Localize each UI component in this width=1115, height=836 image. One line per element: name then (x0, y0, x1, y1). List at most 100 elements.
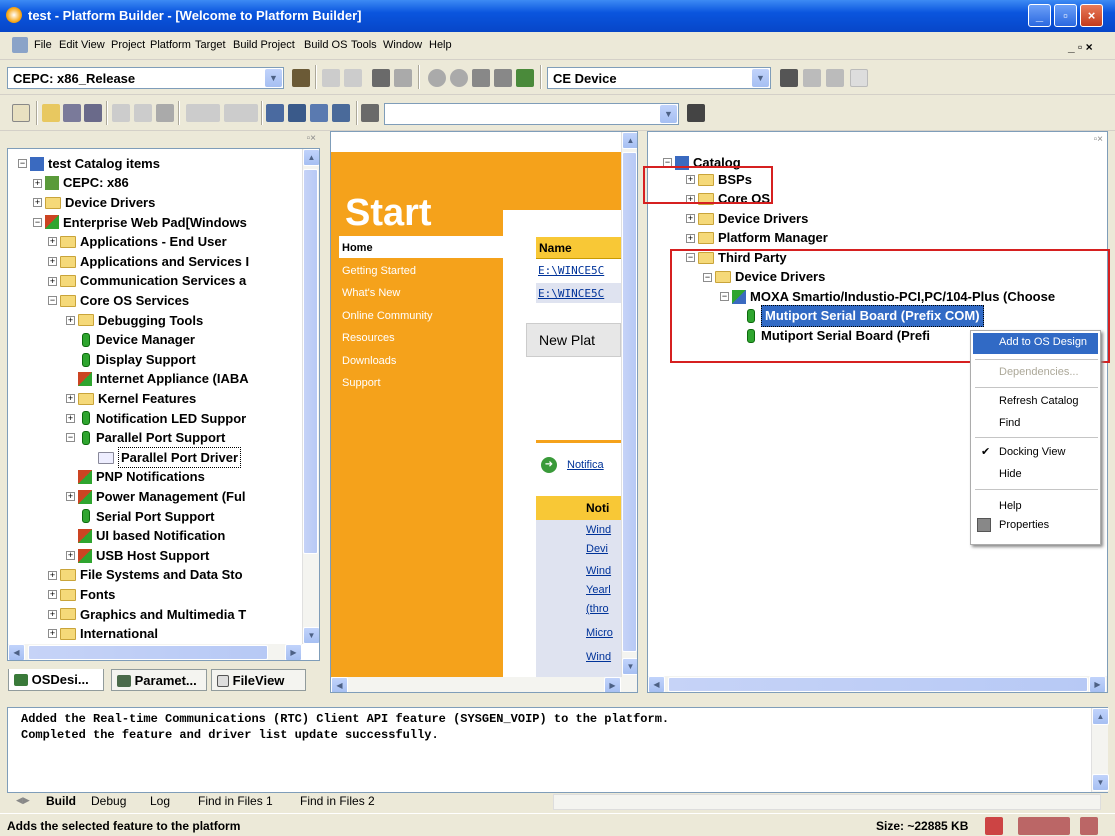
tree-item[interactable]: + Power Management (Ful (66, 487, 246, 506)
menu-window[interactable]: Window (383, 39, 422, 51)
scroll-left-icon[interactable]: ◀ (331, 677, 348, 692)
right-hscrollbar[interactable]: ◀ ▶ (648, 676, 1107, 692)
mdi-controls[interactable]: _ ▫ × (1068, 40, 1093, 54)
tree-item[interactable]: Parallel Port Driver (86, 446, 242, 469)
tree-item[interactable]: + Graphics and Multimedia T (48, 605, 246, 624)
scroll-up-icon[interactable]: ▲ (622, 132, 637, 149)
notification-link[interactable]: Wind (586, 651, 611, 663)
title-bar[interactable]: test - Platform Builder - [Welcome to Pl… (0, 0, 1115, 32)
redo-icon[interactable] (224, 104, 258, 122)
expand-icon[interactable]: + (66, 551, 75, 560)
menu-dependencies[interactable]: Dependencies... (999, 366, 1079, 378)
tree-item[interactable]: Internet Appliance (IABA (66, 370, 249, 389)
new-platform-button[interactable]: New Plat (526, 323, 621, 357)
notification-link[interactable]: Micro (586, 627, 613, 639)
expand-icon[interactable]: + (686, 214, 695, 223)
menu-help[interactable]: Help (429, 39, 452, 51)
tab-fileview[interactable]: FileView (211, 669, 306, 691)
scroll-thumb[interactable] (28, 645, 268, 660)
catalog-item[interactable]: + Platform Manager (686, 229, 828, 248)
save-icon[interactable] (63, 104, 81, 122)
menu-hide[interactable]: Hide (999, 468, 1022, 480)
menu-build-project[interactable]: Build Project (233, 39, 295, 51)
expand-icon[interactable]: + (66, 394, 75, 404)
chevron-down-icon[interactable]: ▼ (265, 69, 282, 87)
tab-log[interactable]: Log (150, 794, 170, 808)
expand-icon[interactable]: + (48, 590, 57, 600)
expand-icon[interactable]: + (33, 198, 42, 208)
menu-tools[interactable]: Tools (351, 39, 377, 51)
scroll-up-icon[interactable]: ▲ (1092, 708, 1109, 725)
find-in-files-icon[interactable] (361, 104, 379, 122)
notification-link[interactable]: Yearl (586, 584, 611, 596)
expand-icon[interactable]: + (48, 237, 57, 247)
expand-icon[interactable]: + (48, 570, 57, 580)
tree-item[interactable]: + International (48, 624, 158, 643)
window-list-icon[interactable] (310, 104, 328, 122)
tab-find-in-files-1[interactable]: Find in Files 1 (198, 794, 273, 808)
notification-link[interactable]: Devi (586, 543, 608, 555)
tree-item[interactable]: UI based Notification (66, 526, 225, 545)
left-hscrollbar[interactable]: ◀ ▶ (8, 644, 302, 660)
scroll-down-icon[interactable]: ▼ (1092, 774, 1109, 791)
tree-item[interactable]: + USB Host Support (66, 546, 209, 565)
tree-item[interactable]: − Enterprise Web Pad[Windows (33, 213, 247, 232)
disabled-icon[interactable] (322, 69, 340, 87)
tab-parameters[interactable]: Paramet... (111, 669, 207, 691)
attach-icon[interactable] (372, 69, 390, 87)
output-vscrollbar[interactable]: ▲ ▼ (1091, 708, 1109, 792)
menu-help[interactable]: Help (999, 500, 1022, 512)
menu-docking-view[interactable]: Docking View (999, 446, 1065, 458)
menu-build-os[interactable]: Build OS (304, 39, 347, 51)
close-button[interactable]: × (1080, 4, 1103, 27)
tab-find-in-files-2[interactable]: Find in Files 2 (300, 794, 375, 808)
minimize-button[interactable]: _ (1028, 4, 1051, 27)
menu-edit[interactable]: Edit (59, 39, 78, 51)
connect-icon[interactable] (780, 69, 798, 87)
forward-icon[interactable] (450, 69, 468, 87)
tree-item[interactable]: PNP Notifications (66, 468, 205, 487)
scroll-thumb[interactable] (303, 169, 318, 554)
scroll-right-icon[interactable]: ▶ (604, 677, 621, 692)
scroll-thumb[interactable] (668, 677, 1088, 692)
scroll-up-icon[interactable]: ▲ (303, 149, 319, 166)
cut-icon[interactable] (112, 104, 130, 122)
tree-item[interactable]: + Kernel Features (66, 389, 196, 408)
tab-debug[interactable]: Debug (91, 794, 126, 808)
menu-properties[interactable]: Properties (999, 519, 1049, 531)
tree-item[interactable]: + CEPC: x86 (33, 174, 129, 193)
expand-icon[interactable]: + (33, 178, 42, 188)
catalog-item[interactable]: + Device Drivers (686, 209, 808, 228)
tab-osdesign[interactable]: OSDesi... (8, 669, 104, 691)
expand-icon[interactable]: + (48, 629, 57, 639)
tree-item[interactable]: + Device Drivers (33, 193, 155, 212)
tree-item[interactable]: + Communication Services a (48, 272, 246, 291)
chevron-down-icon[interactable]: ▼ (752, 69, 769, 87)
mid-vscrollbar[interactable]: ▲ ▼ (621, 132, 637, 677)
chevron-down-icon[interactable]: ▼ (660, 105, 677, 123)
collapse-icon[interactable]: − (33, 217, 42, 227)
recent-project-link[interactable]: E:\WINCE5C (538, 287, 604, 300)
tree-item[interactable]: + Fonts (48, 585, 115, 604)
collapse-icon[interactable]: − (18, 159, 27, 168)
scroll-left-icon[interactable]: ◀ (8, 644, 25, 660)
notification-link[interactable]: Wind (586, 565, 611, 577)
start-nav-link[interactable]: Home (342, 242, 373, 254)
notifications-link[interactable]: Notifica (567, 459, 604, 471)
output-window-icon[interactable] (288, 104, 306, 122)
menu-add-to-os-design[interactable]: Add to OS Design (999, 336, 1087, 348)
scroll-right-icon[interactable]: ▶ (1089, 676, 1106, 692)
tree-item[interactable]: − Core OS Services (48, 291, 189, 310)
expand-icon[interactable]: + (48, 276, 57, 286)
menu-platform[interactable]: Platform (150, 39, 191, 51)
collapse-icon[interactable]: − (48, 296, 57, 306)
tree-item[interactable]: + File Systems and Data Sto (48, 566, 243, 585)
output-window[interactable]: Added the Real-time Communications (RTC)… (7, 707, 1109, 793)
left-vscrollbar[interactable]: ▲ ▼ (302, 149, 319, 644)
tree-item[interactable]: − test Catalog items (18, 154, 160, 173)
full-screen-icon[interactable] (332, 104, 350, 122)
open-icon[interactable] (42, 104, 60, 122)
arrow-right-icon[interactable]: ➜ (541, 457, 557, 473)
disconnect-icon[interactable] (803, 69, 821, 87)
tab-build[interactable]: Build (46, 794, 76, 808)
